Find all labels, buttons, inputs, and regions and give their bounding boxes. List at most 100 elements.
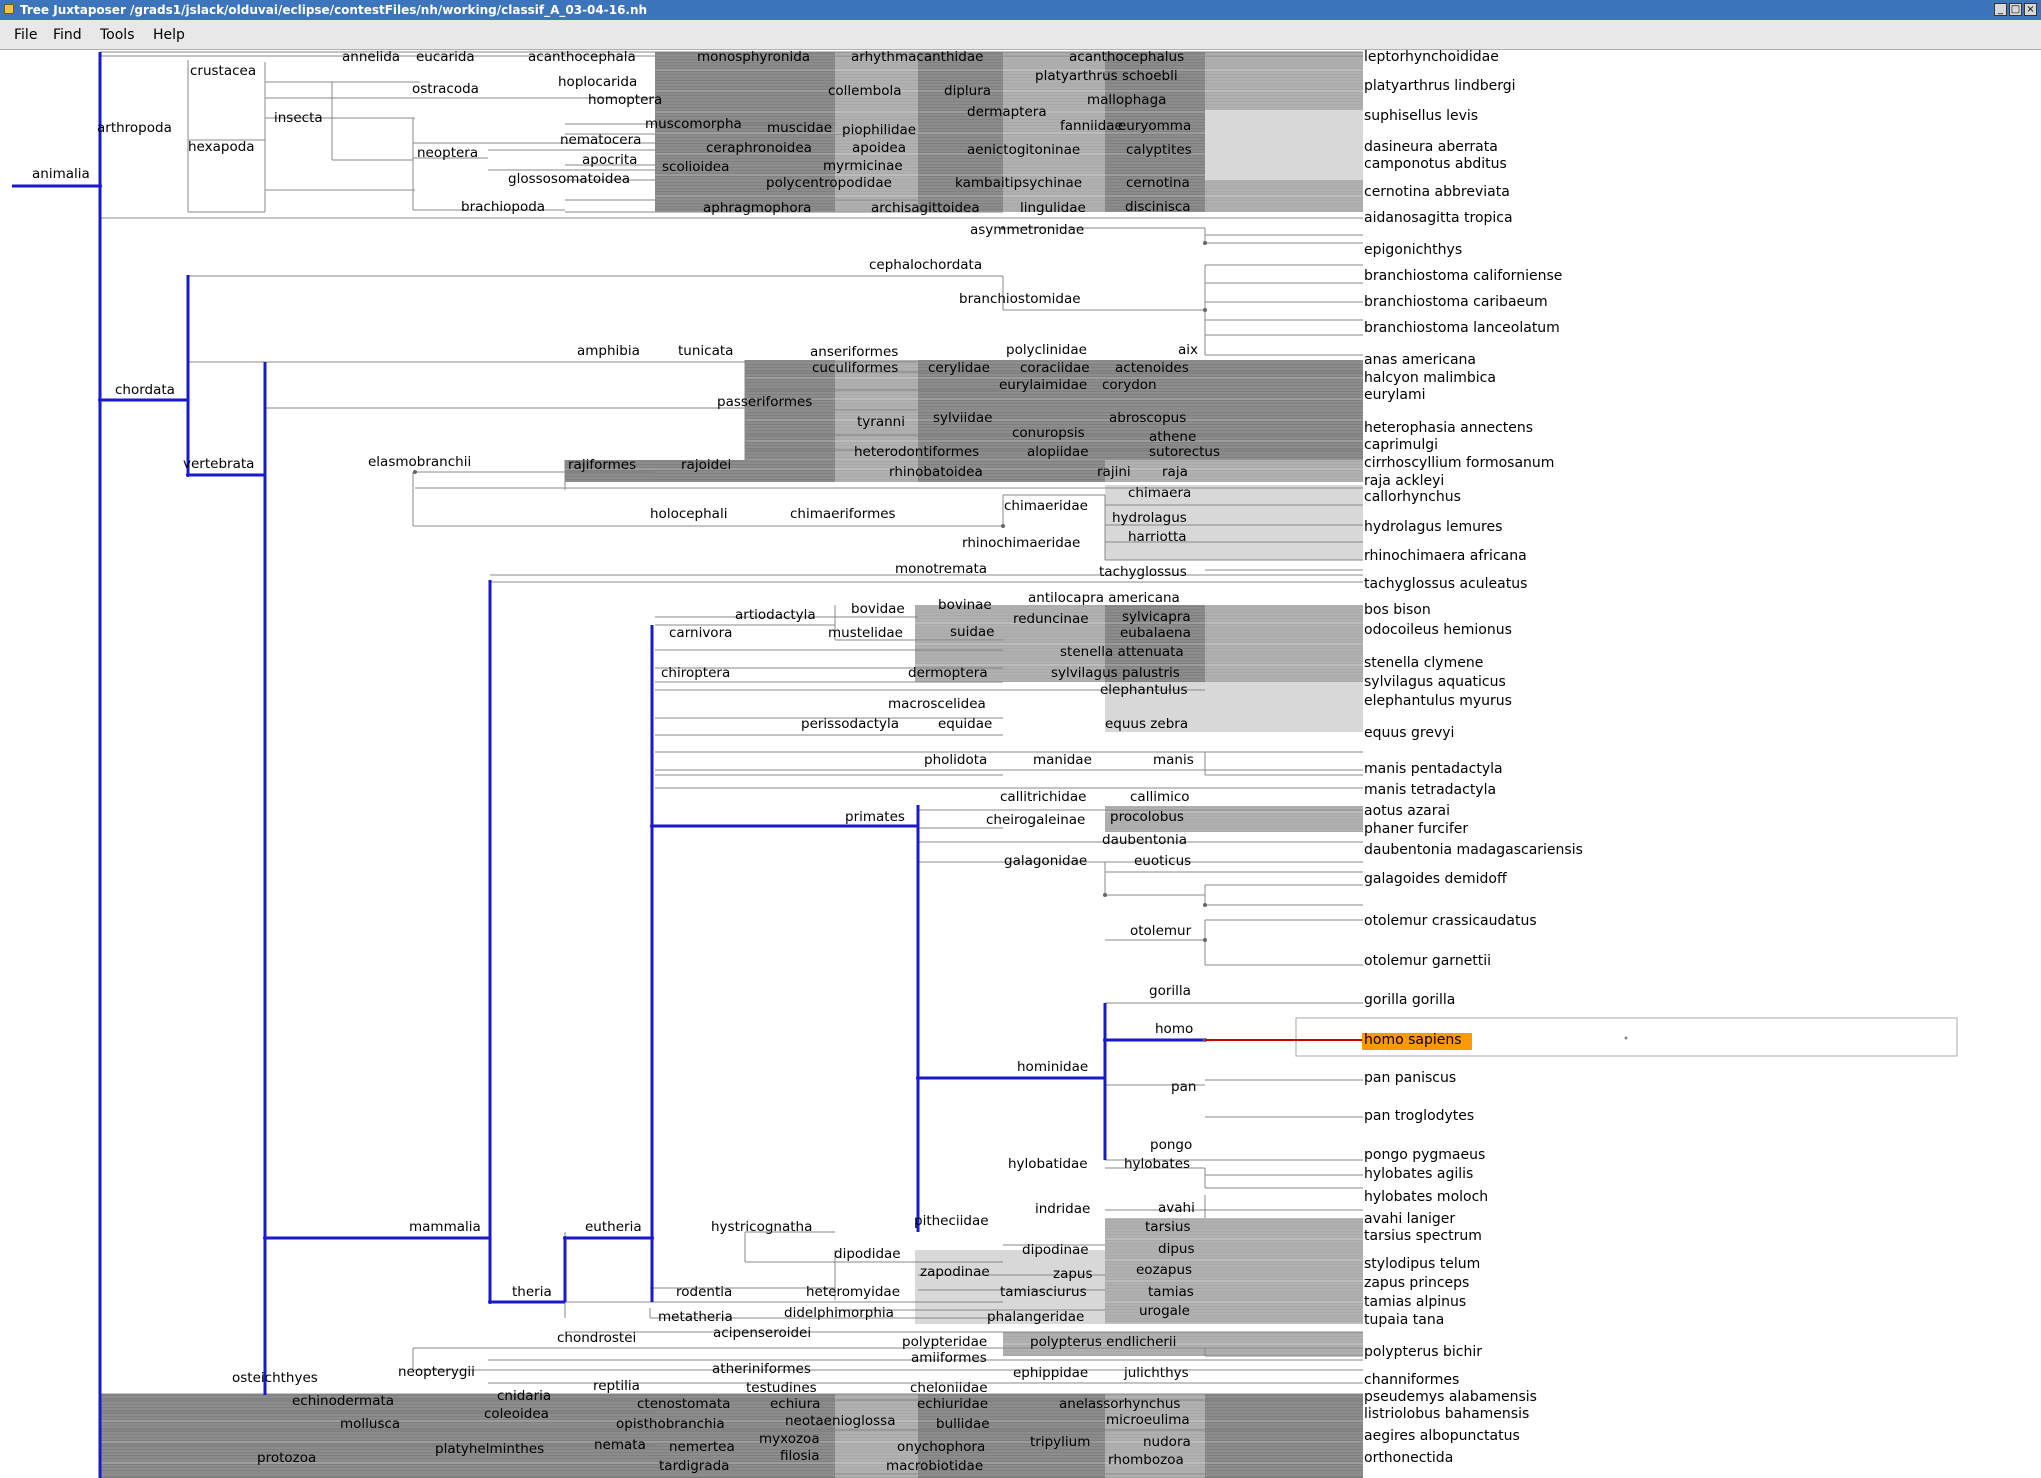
node-label-insecta[interactable]: insecta [274,110,323,126]
node-label-abroscopus[interactable]: abroscopus [1109,410,1186,426]
tree-node[interactable] [1203,308,1207,312]
leaf-label[interactable]: orthonectida [1364,1450,1453,1466]
node-label-nemata[interactable]: nemata [594,1437,646,1453]
node-label-glossosomatoidea[interactable]: glossosomatoidea [508,171,630,187]
node-label-julichthys[interactable]: julichthys [1123,1365,1189,1381]
node-label-dipodinae[interactable]: dipodinae [1022,1242,1089,1258]
menu-find[interactable]: Find [53,27,82,43]
node-label-euoticus[interactable]: euoticus [1134,853,1191,869]
node-label-microeulima[interactable]: microeulima [1106,1412,1190,1428]
node-label-testudines[interactable]: testudines [746,1380,817,1396]
leaf-label[interactable]: aidanosagitta tropica [1364,210,1513,226]
leaf-label[interactable]: otolemur garnettii [1364,953,1491,969]
node-label-sutorectus[interactable]: sutorectus [1149,444,1220,460]
tree-node[interactable] [1203,938,1207,942]
node-label-urogale[interactable]: urogale [1139,1303,1190,1319]
node-label-dipus[interactable]: dipus [1158,1241,1194,1257]
node-label-heterodontiformes[interactable]: heterodontiformes [854,444,979,460]
node-label-echinodermata[interactable]: echinodermata [292,1393,394,1409]
leaf-label[interactable]: pongo pygmaeus [1364,1147,1485,1163]
leaf-label[interactable]: manis pentadactyla [1364,761,1503,777]
node-label-heteromyidae[interactable]: heteromyidae [806,1284,900,1300]
node-label-acanthocephalus[interactable]: acanthocephalus [1069,50,1184,65]
node-label-monotremata[interactable]: monotremata [895,561,987,577]
node-label-tyranni[interactable]: tyranni [857,414,905,430]
node-label-myrmicinae[interactable]: myrmicinae [823,158,903,174]
leaf-label[interactable]: hylobates moloch [1364,1189,1488,1205]
node-label-piophilidae[interactable]: piophilidae [842,122,916,138]
node-label-bullidae[interactable]: bullidae [936,1416,990,1432]
node-label-chimaera[interactable]: chimaera [1128,485,1191,501]
node-label-filosia[interactable]: filosia [780,1448,820,1464]
leaf-label[interactable]: raja ackleyi [1364,473,1444,489]
node-label-conuropsis[interactable]: conuropsis [1012,425,1085,441]
node-label-ceraphronoidea[interactable]: ceraphronoidea [706,140,812,156]
node-label-neoptera[interactable]: neoptera [417,145,478,161]
node-label-otolemur[interactable]: otolemur [1130,923,1192,939]
leaf-label[interactable]: aotus azarai [1364,803,1450,819]
node-label-cerylidae[interactable]: cerylidae [928,360,990,376]
node-label-tardigrada[interactable]: tardigrada [659,1458,729,1474]
node-label-carnivora[interactable]: carnivora [669,625,732,641]
node-label-scolioidea[interactable]: scolioidea [662,159,729,175]
menu-tools[interactable]: Tools [100,27,135,43]
node-label-chordata[interactable]: chordata [115,382,175,398]
node-label-aphragmophora[interactable]: aphragmophora [703,200,811,216]
node-label-antilocapra-americana[interactable]: antilocapra americana [1028,590,1180,606]
node-label-cephalochordata[interactable]: cephalochordata [869,257,982,273]
node-label-protozoa[interactable]: protozoa [257,1450,316,1466]
tree-node[interactable] [98,398,102,402]
node-label-mallophaga[interactable]: mallophaga [1087,92,1166,108]
node-label-apoidea[interactable]: apoidea [852,140,906,156]
node-label-collembola[interactable]: collembola [828,83,902,99]
node-label-opisthobranchia[interactable]: opisthobranchia [616,1416,725,1432]
node-label-primates[interactable]: primates [845,809,905,825]
node-label-elephantulus[interactable]: elephantulus [1100,682,1188,698]
leaf-label[interactable]: camponotus abditus [1364,156,1507,172]
node-label-athene[interactable]: athene [1149,429,1196,445]
leaf-label[interactable]: odocoileus hemionus [1364,622,1512,638]
selected-leaf-label[interactable]: homo sapiens [1364,1032,1462,1048]
node-label-bovinae[interactable]: bovinae [938,597,992,613]
node-label-chondrostei[interactable]: chondrostei [557,1330,636,1346]
node-label-rajiformes[interactable]: rajiformes [568,457,636,473]
node-label-ctenostomata[interactable]: ctenostomata [637,1396,730,1412]
node-label-acanthocephala[interactable]: acanthocephala [528,50,636,65]
node-label-artiodactyla[interactable]: artiodactyla [735,607,816,623]
node-label-sylvicapra[interactable]: sylvicapra [1122,609,1191,625]
node-label-coleoidea[interactable]: coleoidea [484,1406,549,1422]
node-label-chiroptera[interactable]: chiroptera [661,665,730,681]
node-label-fanniidae[interactable]: fanniidae [1060,118,1123,134]
node-label-bovidae[interactable]: bovidae [851,601,905,617]
leaf-label[interactable]: polypterus bichir [1364,1344,1482,1360]
tree-node[interactable] [1203,241,1207,245]
node-label-pitheciidae[interactable]: pitheciidae [914,1213,989,1229]
leaf-label[interactable]: epigonichthys [1364,242,1462,258]
leaf-label[interactable]: branchiostoma californiense [1364,268,1562,284]
leaf-label[interactable]: equus grevyi [1364,725,1454,741]
node-label-procolobus[interactable]: procolobus [1110,809,1184,825]
node-label-tamias[interactable]: tamias [1148,1284,1194,1300]
node-label-lingulidae[interactable]: lingulidae [1020,200,1086,216]
node-label-archisagittoidea[interactable]: archisagittoidea [871,200,980,216]
node-label-hexapoda[interactable]: hexapoda [188,139,255,155]
node-label-diplura[interactable]: diplura [944,83,991,99]
node-label-macroscelidea[interactable]: macroscelidea [888,696,986,712]
node-label-muscomorpha[interactable]: muscomorpha [645,116,742,132]
tree-node[interactable] [1103,893,1107,897]
node-label-brachiopoda[interactable]: brachiopoda [461,199,545,215]
leaf-label[interactable]: listriolobus bahamensis [1364,1406,1529,1422]
node-label-arthropoda[interactable]: arthropoda [97,120,172,136]
node-label-indridae[interactable]: indridae [1035,1201,1090,1217]
node-label-cheirogaleinae[interactable]: cheirogaleinae [986,812,1085,828]
node-label-animalia[interactable]: animalia [32,166,90,182]
node-label-branchiostomidae[interactable]: branchiostomidae [959,291,1081,307]
node-label-osteichthyes[interactable]: osteichthyes [232,1370,318,1386]
leaf-label[interactable]: eurylami [1364,387,1426,403]
node-label-discinisca[interactable]: discinisca [1125,199,1191,215]
node-label-dermoptera[interactable]: dermoptera [908,665,988,681]
node-label-muscidae[interactable]: muscidae [767,120,832,136]
node-label-raja[interactable]: raja [1162,464,1188,480]
leaf-label[interactable]: stylodipus telum [1364,1256,1480,1272]
node-label-equus-zebra[interactable]: equus zebra [1105,716,1188,732]
